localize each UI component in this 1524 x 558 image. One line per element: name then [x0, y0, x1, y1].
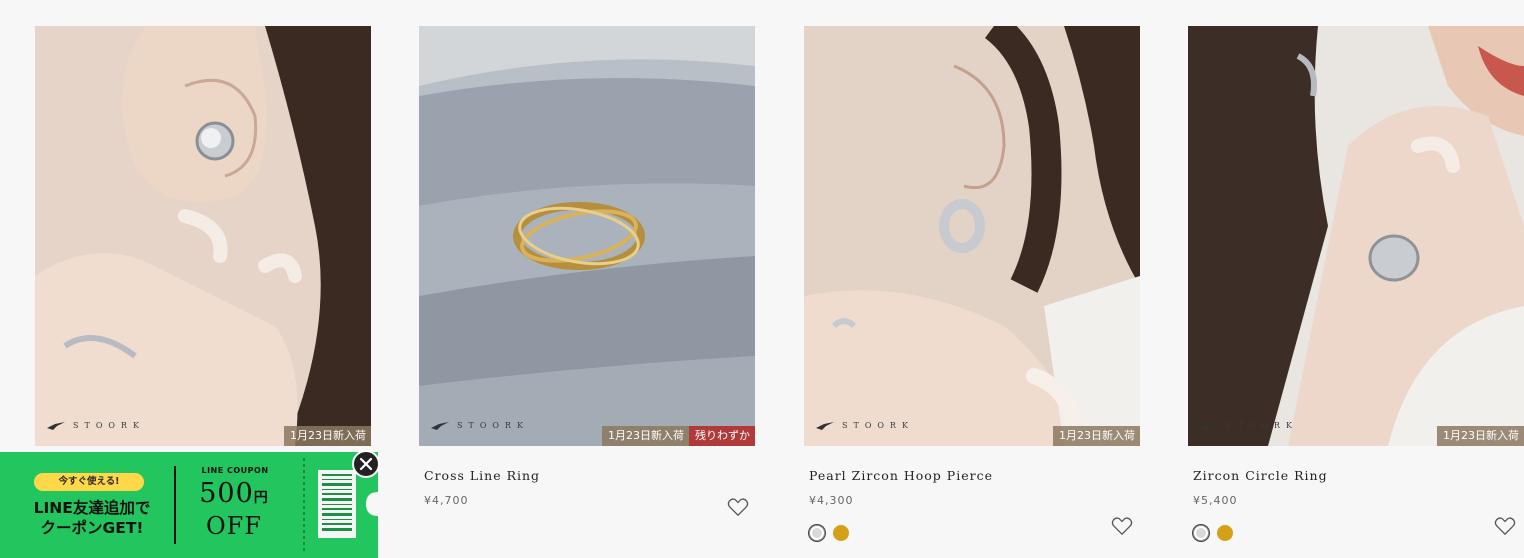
- color-swatches: [1193, 525, 1233, 541]
- coupon-off: OFF: [206, 512, 262, 540]
- earring-model-photo: [35, 26, 371, 446]
- product-price: ¥4,700: [424, 494, 469, 507]
- close-coupon-button[interactable]: [352, 450, 380, 478]
- product-name[interactable]: Pearl Zircon Hoop Pierce: [809, 468, 993, 483]
- brand-name: STOORK: [73, 421, 145, 430]
- silver-swatch[interactable]: [1193, 525, 1209, 541]
- gold-swatch[interactable]: [1217, 525, 1233, 541]
- close-icon: [359, 457, 373, 471]
- coupon-amount: 500円: [184, 478, 284, 509]
- brand-logo: STOORK: [47, 421, 145, 430]
- product-image[interactable]: STOORK 1月23日新入荷 残りわずか: [419, 26, 755, 446]
- product-card-1[interactable]: STOORK 1月23日新入荷: [35, 26, 371, 446]
- product-name[interactable]: Cross Line Ring: [424, 468, 540, 483]
- coupon-label: LINE COUPON: [201, 466, 269, 475]
- product-card-2[interactable]: STOORK 1月23日新入荷 残りわずか Cross Line Ring ¥4…: [419, 26, 755, 517]
- badge-group: 1月23日新入荷: [284, 426, 371, 446]
- bird-icon: [47, 421, 65, 430]
- circle-ring-model-photo: [1188, 26, 1524, 446]
- coupon-pill-badge: 今すぐ使える!: [34, 473, 144, 491]
- bird-icon: [816, 421, 834, 430]
- brand-name: STOORK: [457, 421, 529, 430]
- silver-swatch[interactable]: [809, 525, 825, 541]
- product-price: ¥5,400: [1193, 494, 1238, 507]
- bird-icon: [431, 421, 449, 430]
- favorite-heart-icon[interactable]: [727, 497, 749, 517]
- new-arrival-badge: 1月23日新入荷: [1053, 426, 1140, 446]
- brand-logo: STOORK: [1200, 421, 1298, 430]
- coupon-amount-value: 500: [199, 478, 254, 509]
- product-price: ¥4,300: [809, 494, 854, 507]
- coupon-line-1: LINE友達追加で: [33, 499, 151, 517]
- low-stock-badge: 残りわずか: [689, 426, 755, 446]
- brand-logo: STOORK: [431, 421, 529, 430]
- coupon-line-2: クーポンGET!: [40, 519, 144, 537]
- product-image[interactable]: STOORK 1月23日新入荷: [35, 26, 371, 446]
- bird-icon: [1200, 421, 1218, 430]
- product-name[interactable]: Zircon Circle Ring: [1193, 468, 1328, 483]
- badge-group: 1月23日新入荷 残りわずか: [602, 426, 755, 446]
- gold-swatch[interactable]: [833, 525, 849, 541]
- hoop-earring-model-photo: [804, 26, 1140, 446]
- brand-name: STOORK: [842, 421, 914, 430]
- new-arrival-badge: 1月23日新入荷: [602, 426, 689, 446]
- brand-name: STOORK: [1226, 421, 1298, 430]
- color-swatches: [809, 525, 849, 541]
- new-arrival-badge: 1月23日新入荷: [284, 426, 371, 446]
- coupon-yen: 円: [253, 490, 269, 506]
- badge-group: 1月23日新入荷: [1437, 426, 1524, 446]
- product-card-4[interactable]: STOORK 1月23日新入荷 Zircon Circle Ring ¥5,40…: [1188, 26, 1524, 541]
- new-arrival-badge: 1月23日新入荷: [1437, 426, 1524, 446]
- brand-logo: STOORK: [816, 421, 914, 430]
- favorite-heart-icon[interactable]: [1494, 516, 1516, 536]
- coupon-message: LINE友達追加で クーポンGET!: [12, 498, 172, 538]
- favorite-heart-icon[interactable]: [1111, 516, 1133, 536]
- product-image[interactable]: STOORK 1月23日新入荷: [1188, 26, 1524, 446]
- product-card-3[interactable]: STOORK 1月23日新入荷 Pearl Zircon Hoop Pierce…: [804, 26, 1140, 541]
- product-image[interactable]: STOORK 1月23日新入荷: [804, 26, 1140, 446]
- badge-group: 1月23日新入荷: [1053, 426, 1140, 446]
- ring-on-cushion-photo: [419, 26, 755, 446]
